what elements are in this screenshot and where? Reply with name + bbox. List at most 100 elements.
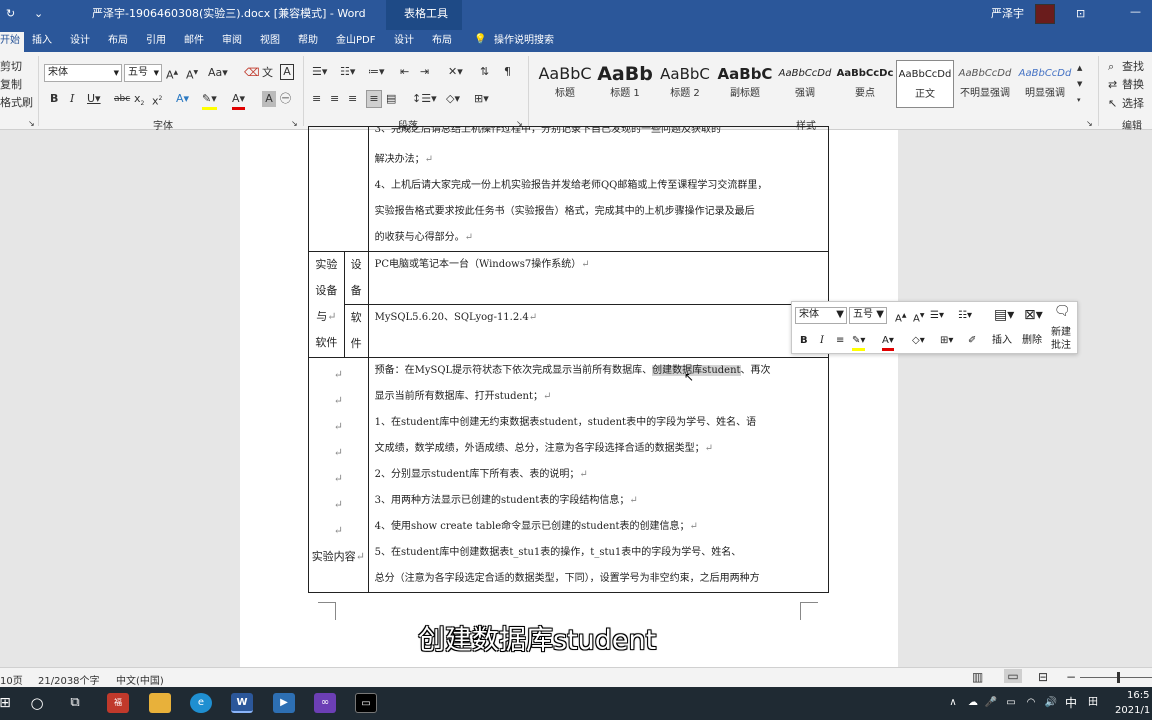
task-view-icon[interactable]: ⧉ <box>64 693 86 713</box>
superscript-icon[interactable]: x2 <box>152 91 162 110</box>
mini-font-combo[interactable]: 宋体 ▼ <box>795 307 847 324</box>
word-count[interactable]: 21/2038个字 <box>38 672 100 687</box>
mini-size-combo[interactable]: 五号 ▼ <box>849 307 887 324</box>
font-color-icon[interactable]: A▾ <box>232 91 246 110</box>
styles-scroll-up-icon[interactable]: ▲ <box>1077 60 1082 76</box>
character-shading-icon[interactable]: A <box>262 91 276 107</box>
tab-home[interactable]: 开始 <box>0 32 24 52</box>
mini-numbering-icon[interactable]: ☷▾ <box>958 309 972 323</box>
sort-icon[interactable]: ⇅ <box>480 64 489 80</box>
style-heading-1[interactable]: AaBb 标题 1 <box>596 60 654 108</box>
replace-button[interactable]: 替换 <box>1122 77 1144 93</box>
justify-icon[interactable]: ≡ <box>366 90 382 108</box>
change-case-icon[interactable]: Aa▾ <box>208 65 228 81</box>
tab-design[interactable]: 设计 <box>70 35 90 47</box>
copy-button[interactable]: 复制 <box>0 77 22 93</box>
minimize-icon[interactable]: — <box>1130 5 1141 19</box>
tab-references[interactable]: 引用 <box>146 35 166 47</box>
subscript-icon[interactable]: x2 <box>134 91 144 112</box>
new-comment-label-2[interactable]: 批注 <box>1051 339 1071 353</box>
content-cell[interactable]: 预备：在MySQL提示符状态下依次完成显示当前所有数据库、创建数据库studen… <box>367 357 830 593</box>
tab-table-design[interactable]: 设计 <box>394 35 414 47</box>
app-red-icon[interactable]: 福 <box>107 693 129 713</box>
tab-insert[interactable]: 插入 <box>32 35 52 47</box>
autosave-icon[interactable]: ↻ <box>6 7 15 21</box>
tab-kingsoft-pdf[interactable]: 金山PDF <box>336 35 375 47</box>
shading-icon[interactable]: ◇▾ <box>446 91 460 107</box>
select-button[interactable]: 选择 <box>1122 96 1144 112</box>
ime-mode-icon[interactable]: 田 <box>1082 693 1104 713</box>
word-icon[interactable]: W <box>231 693 253 713</box>
tray-expand-icon[interactable]: ∧ <box>942 693 964 713</box>
page-count[interactable]: 10页 <box>0 672 23 687</box>
highlight-color-icon[interactable]: ✎▾ <box>202 91 217 110</box>
character-border-icon[interactable]: A <box>280 64 294 80</box>
print-layout-icon[interactable]: ▭ <box>1004 669 1022 683</box>
style-strong[interactable]: AaBbCcDc 要点 <box>836 60 894 108</box>
select-icon[interactable]: ↖ <box>1108 96 1117 112</box>
tab-layout[interactable]: 布局 <box>108 35 128 47</box>
clock-time[interactable]: 16:5 <box>1127 690 1149 701</box>
mini-center-icon[interactable]: ≡ <box>836 334 844 348</box>
decrease-indent-icon[interactable]: ⇤ <box>400 64 409 80</box>
distributed-icon[interactable]: ▤ <box>386 91 396 107</box>
zoom-out-icon[interactable]: − <box>1066 670 1076 684</box>
zoom-slider-thumb[interactable] <box>1117 672 1120 683</box>
grow-font-icon[interactable]: A▲ <box>166 65 178 84</box>
mini-shading-icon[interactable]: ◇▾ <box>912 334 925 348</box>
phonetic-guide-icon[interactable]: 文 <box>262 65 273 81</box>
network-icon[interactable]: ▭ <box>1000 693 1022 713</box>
avatar[interactable] <box>1035 4 1055 24</box>
mini-shrink-font-icon[interactable]: A▼ <box>913 309 924 326</box>
chinese-layout-icon[interactable]: ✕▾ <box>448 64 463 80</box>
find-icon[interactable]: ⌕ <box>1108 59 1114 75</box>
qat-more-icon[interactable]: ⌄ <box>34 7 43 21</box>
new-comment-icon[interactable]: 🗨 <box>1054 305 1071 319</box>
volume-icon[interactable]: 🔊 <box>1040 693 1062 713</box>
bold-icon[interactable]: B <box>50 91 58 107</box>
mini-insert-icon[interactable]: ▤▾ <box>994 308 1014 322</box>
mini-painter-icon[interactable]: ✐ <box>968 334 976 348</box>
user-name[interactable]: 严泽宇 <box>991 7 1024 21</box>
mini-italic-icon[interactable]: I <box>820 334 824 348</box>
mini-font-color-icon[interactable]: A▾ <box>882 334 894 351</box>
text-effects-icon[interactable]: A▾ <box>176 91 189 107</box>
find-button[interactable]: 查找 <box>1122 59 1144 75</box>
edge-icon[interactable]: e <box>190 693 212 713</box>
style-intense-emphasis[interactable]: AaBbCcDd 明显强调 <box>1016 60 1074 108</box>
tab-view[interactable]: 视图 <box>260 35 280 47</box>
language-indicator[interactable]: 中文(中国) <box>116 672 164 687</box>
instruction-cell[interactable]: 3、完成之后请总结上机操作过程中，分别记录下自己发现的一些问题及获取的 解决办法… <box>367 126 830 252</box>
file-explorer-icon[interactable] <box>149 693 171 713</box>
style-subtitle[interactable]: AaBbC 副标题 <box>716 60 774 108</box>
style-normal[interactable]: AaBbCcDd 正文 <box>896 60 954 108</box>
mini-grow-font-icon[interactable]: A▲ <box>895 309 906 326</box>
web-layout-icon[interactable]: ⊟ <box>1038 670 1048 684</box>
font-size-combo[interactable]: 五号 ▼ <box>124 64 162 82</box>
clear-formatting-icon[interactable]: ⌫ <box>244 65 260 81</box>
align-center-icon[interactable]: ≡ <box>330 91 339 107</box>
italic-icon[interactable]: I <box>70 91 74 107</box>
show-marks-icon[interactable]: ¶ <box>504 64 511 80</box>
font-name-combo[interactable]: 宋体 ▼ <box>44 64 122 82</box>
tab-mailings[interactable]: 邮件 <box>184 35 204 47</box>
enclose-characters-icon[interactable]: ㊀ <box>280 91 291 107</box>
new-comment-label-1[interactable]: 新建 <box>1051 326 1071 340</box>
multilevel-list-icon[interactable]: ≔▾ <box>368 64 385 80</box>
styles-more-icon[interactable]: ▾ <box>1077 92 1081 108</box>
numbering-icon[interactable]: ☷▾ <box>340 64 355 80</box>
wifi-icon[interactable]: ◠ <box>1020 693 1042 713</box>
align-right-icon[interactable]: ≡ <box>348 91 357 107</box>
line-spacing-icon[interactable]: ↕☰▾ <box>412 91 437 107</box>
style-title[interactable]: AaBbC 标题 <box>536 60 594 108</box>
tab-table-layout[interactable]: 布局 <box>432 35 452 47</box>
bullets-icon[interactable]: ☰▾ <box>312 64 327 80</box>
mini-bold-icon[interactable]: B <box>800 334 808 348</box>
tell-me-search[interactable]: 操作说明搜索 <box>494 35 554 47</box>
increase-indent-icon[interactable]: ⇥ <box>420 64 429 80</box>
ribbon-display-icon[interactable]: ⊡ <box>1076 7 1085 21</box>
zoom-slider[interactable] <box>1080 677 1152 678</box>
mini-bullets-icon[interactable]: ☰▾ <box>930 309 944 323</box>
replace-icon[interactable]: ⇄ <box>1108 77 1117 93</box>
input-method-indicator[interactable]: 中 <box>1060 693 1082 713</box>
